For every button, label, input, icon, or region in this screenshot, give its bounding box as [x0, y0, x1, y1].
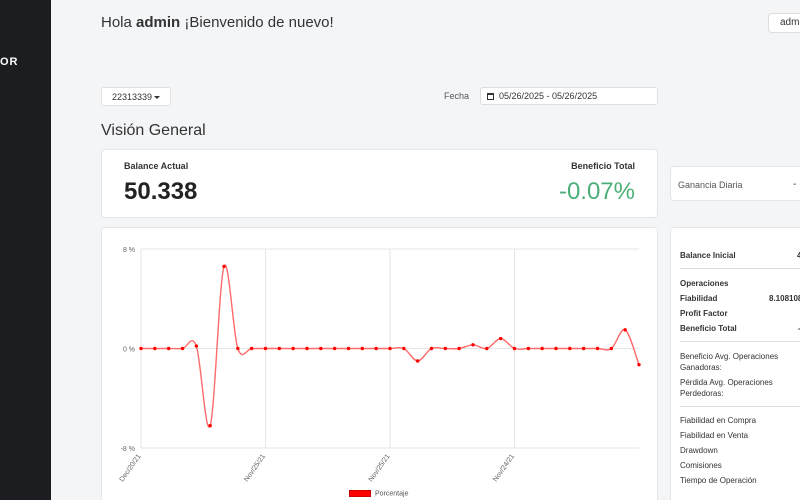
stat-tiempo-label: Tiempo de Operación: [680, 476, 757, 485]
data-point: [139, 346, 143, 351]
stat-profit-factor-label: Profit Factor: [680, 309, 728, 318]
data-point: [236, 346, 240, 351]
divider: [680, 406, 800, 407]
balance-value: 50.338: [124, 178, 198, 205]
balance-label: Balance Actual: [124, 161, 189, 171]
chart-legend: Porcentaje: [349, 490, 408, 497]
data-point: [512, 346, 517, 351]
greeting: Hola admin ¡Bienvenido de nuevo!: [101, 14, 334, 31]
x-tick-label: Nov/25/21: [243, 453, 267, 483]
data-point: [166, 346, 171, 351]
data-point: [637, 362, 641, 367]
date-label: Fecha: [444, 91, 470, 101]
data-point: [249, 346, 254, 351]
data-point: [568, 346, 572, 351]
data-point: [526, 346, 531, 351]
stats-card: Balance Inicial 4 Operaciones Fiabilidad…: [670, 227, 800, 500]
data-point: [291, 346, 295, 351]
data-point: [609, 346, 614, 351]
data-point: [374, 346, 378, 351]
y-tick-label: 0 %: [123, 347, 135, 354]
page-title: Visión General: [101, 122, 206, 139]
data-point: [208, 423, 212, 428]
daily-gain-value: -: [793, 179, 797, 190]
stat-fiabilidad-label: Fiabilidad: [680, 294, 718, 303]
date-range-value: 05/26/2025 - 05/26/2025: [499, 91, 598, 101]
stat-fiabilidad-value: 8.108108: [769, 294, 800, 303]
data-point: [581, 346, 586, 351]
greeting-prefix: Hola: [101, 14, 132, 31]
sidebar-brand: OR: [0, 56, 19, 68]
data-point: [429, 346, 434, 351]
data-point: [332, 346, 337, 351]
data-point: [595, 346, 600, 351]
benefit-label: Beneficio Total: [571, 161, 635, 171]
data-point: [194, 344, 199, 348]
data-point: [540, 346, 544, 351]
data-point: [346, 346, 351, 351]
sidebar: OR: [0, 0, 51, 500]
daily-gain-card: Ganancia Diaria -: [670, 166, 800, 201]
data-point: [457, 346, 461, 351]
data-point: [498, 336, 503, 341]
legend-label: Porcentaje: [375, 490, 409, 498]
date-range-input[interactable]: 05/26/2025 - 05/26/2025: [480, 87, 658, 105]
data-point: [402, 346, 406, 351]
account-value: 22313339: [112, 92, 153, 102]
y-tick-label: 8 %: [123, 247, 135, 254]
data-point: [263, 346, 268, 351]
stat-ben-avg-label: Beneficio Avg. Operaciones: [680, 352, 779, 361]
data-point: [277, 346, 282, 351]
line-chart: 8 % 0 % -8 %Dec/20/21 Nov/25/21 Nov/25/21 Nov…: [119, 247, 641, 483]
user-menu-button[interactable]: admin: [768, 13, 800, 33]
data-point: [485, 346, 489, 351]
data-point: [623, 328, 627, 332]
calendar-icon: [487, 93, 494, 100]
data-point: [153, 346, 157, 351]
stat-per-avg-label-2: Perdedoras:: [680, 389, 724, 398]
data-point: [319, 346, 323, 351]
stat-beneficio-total-label: Beneficio Total: [680, 324, 737, 333]
data-point: [180, 346, 185, 351]
greeting-user: admin: [136, 14, 181, 31]
data-point: [222, 264, 226, 269]
stat-fiab-compra-label: Fiabilidad en Compra: [680, 416, 757, 425]
greeting-suffix: ¡Bienvenido de nuevo!: [184, 14, 334, 31]
y-tick-label: -8 %: [121, 446, 135, 453]
data-point: [388, 346, 392, 351]
caret-down-icon: [154, 96, 160, 99]
data-point: [415, 359, 420, 363]
data-point: [360, 346, 365, 351]
legend-swatch: [349, 490, 371, 497]
daily-gain-label: Ganancia Diaria: [678, 180, 743, 190]
benefit-value: -0.07%: [558, 178, 635, 205]
stat-drawdown-label: Drawdown: [680, 446, 718, 455]
account-dropdown[interactable]: 22313339: [101, 87, 171, 106]
stat-operaciones-label: Operaciones: [680, 279, 729, 288]
stat-balance-inicial-label: Balance Inicial: [680, 251, 736, 260]
divider: [680, 341, 800, 342]
balance-card: Balance Actual 50.338 Beneficio Total -0…: [101, 149, 658, 218]
x-tick-label: Dec/20/21: [119, 453, 143, 483]
data-point: [443, 346, 448, 351]
data-point: [554, 346, 558, 351]
x-tick-label: Nov/25/21: [368, 453, 392, 483]
data-point: [305, 346, 309, 351]
x-tick-label: Nov/24/21: [492, 453, 516, 483]
data-point: [471, 343, 475, 347]
divider: [680, 268, 800, 269]
stat-fiab-venta-label: Fiabilidad en Venta: [680, 431, 749, 440]
stat-ben-avg-label-2: Ganadoras:: [680, 363, 722, 372]
stat-per-avg-label: Pérdida Avg. Operaciones: [680, 378, 773, 387]
stat-comisiones-label: Comisiones: [680, 461, 722, 470]
